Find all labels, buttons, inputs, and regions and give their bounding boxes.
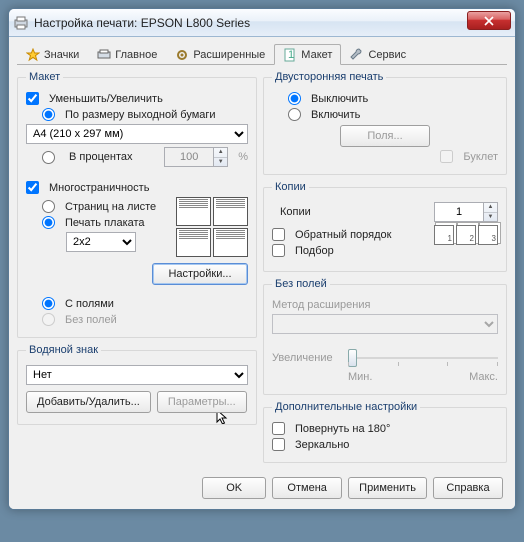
- window-title: Настройка печати: EPSON L800 Series: [34, 16, 250, 30]
- borderless-radio: [42, 313, 55, 326]
- group-duplex: Двусторонняя печать Выключить Включить П…: [263, 71, 507, 175]
- printer-icon: [97, 48, 111, 62]
- percent-label: В процентах: [69, 151, 133, 163]
- duplex-on-label: Включить: [311, 109, 360, 121]
- group-layout: Макет Уменьшить/Увеличить По размеру вых…: [17, 71, 257, 338]
- expansion-method-select: [272, 314, 498, 334]
- max-label: Макс.: [469, 371, 498, 383]
- reduce-enlarge-checkbox[interactable]: [26, 92, 39, 105]
- tab-bar: Значки Главное Расширенные 1 Макет Серви…: [17, 43, 507, 65]
- multipage-checkbox[interactable]: [26, 181, 39, 194]
- percent-input[interactable]: [164, 147, 214, 167]
- collate-checkbox[interactable]: [272, 244, 285, 257]
- svg-text:1: 1: [288, 49, 294, 61]
- tab-advanced[interactable]: Расширенные: [166, 44, 274, 65]
- reverse-order-checkbox[interactable]: [272, 228, 285, 241]
- star-icon: [26, 48, 40, 62]
- layout-settings-button[interactable]: Настройки...: [152, 263, 248, 285]
- mirror-label: Зеркально: [295, 439, 349, 451]
- expansion-method-label: Метод расширения: [272, 299, 370, 311]
- duplex-margins-button: Поля...: [340, 125, 430, 147]
- with-borders-radio[interactable]: [42, 297, 55, 310]
- collate-label: Подбор: [295, 245, 334, 257]
- tab-badges[interactable]: Значки: [17, 44, 88, 65]
- rotate-180-checkbox[interactable]: [272, 422, 285, 435]
- ok-button[interactable]: OK: [202, 477, 266, 499]
- paper-size-select[interactable]: A4 (210 x 297 мм): [26, 124, 248, 144]
- help-button[interactable]: Справка: [433, 477, 503, 499]
- group-watermark: Водяной знак Нет Добавить/Удалить... Пар…: [17, 344, 257, 425]
- poster-preview: [176, 197, 248, 257]
- borderless-label: Без полей: [65, 314, 117, 326]
- reduce-enlarge-label: Уменьшить/Увеличить: [49, 93, 163, 105]
- apply-button[interactable]: Применить: [348, 477, 427, 499]
- booklet-label: Буклет: [463, 151, 498, 163]
- group-borderless: Без полей Метод расширения Увеличение: [263, 278, 507, 395]
- group-more: Дополнительные настройки Повернуть на 18…: [263, 401, 507, 463]
- with-borders-label: С полями: [65, 298, 114, 310]
- by-output-paper-radio[interactable]: [42, 108, 55, 121]
- watermark-add-remove-button[interactable]: Добавить/Удалить...: [26, 391, 151, 413]
- titlebar: Настройка печати: EPSON L800 Series: [9, 9, 515, 37]
- percent-spin[interactable]: ▲▼: [214, 147, 228, 167]
- duplex-off-label: Выключить: [311, 93, 368, 105]
- min-label: Мин.: [348, 371, 372, 383]
- pages-per-sheet-radio[interactable]: [42, 200, 55, 213]
- copies-label: Копии: [280, 206, 311, 218]
- cancel-button[interactable]: Отмена: [272, 477, 342, 499]
- dialog-footer: OK Отмена Применить Справка: [17, 469, 507, 501]
- by-output-paper-label: По размеру выходной бумаги: [65, 109, 216, 121]
- poster-radio[interactable]: [42, 216, 55, 229]
- close-button[interactable]: [467, 11, 511, 30]
- percent-suffix: %: [238, 151, 248, 163]
- mirror-checkbox[interactable]: [272, 438, 285, 451]
- tab-layout[interactable]: 1 Макет: [274, 44, 341, 65]
- booklet-checkbox: [440, 150, 453, 163]
- multipage-label: Многостраничность: [49, 182, 149, 194]
- collate-preview: 123: [434, 225, 498, 245]
- duplex-off-radio[interactable]: [288, 92, 301, 105]
- tab-main[interactable]: Главное: [88, 44, 166, 65]
- gear-icon: [175, 48, 189, 62]
- copies-input[interactable]: [434, 202, 484, 222]
- watermark-select[interactable]: Нет: [26, 365, 248, 385]
- wrench-icon: [350, 48, 364, 62]
- watermark-params-button: Параметры...: [157, 391, 247, 413]
- enlarge-label: Увеличение: [272, 352, 342, 364]
- poster-label: Печать плаката: [65, 217, 145, 229]
- tab-service[interactable]: Сервис: [341, 44, 415, 65]
- copies-spin[interactable]: ▲▼: [484, 202, 498, 222]
- group-copies: Копии Копии ▲▼ Обратный по: [263, 181, 507, 272]
- enlarge-slider: [348, 348, 498, 368]
- duplex-on-radio[interactable]: [288, 108, 301, 121]
- pages-per-sheet-label: Страниц на листе: [65, 201, 156, 213]
- page-icon: 1: [283, 48, 297, 62]
- rotate-180-label: Повернуть на 180°: [295, 423, 390, 435]
- reverse-order-label: Обратный порядок: [295, 229, 391, 241]
- close-icon: [484, 16, 494, 26]
- printer-icon: [13, 15, 29, 31]
- poster-size-select[interactable]: 2x2: [66, 232, 136, 252]
- percent-radio[interactable]: [42, 151, 55, 164]
